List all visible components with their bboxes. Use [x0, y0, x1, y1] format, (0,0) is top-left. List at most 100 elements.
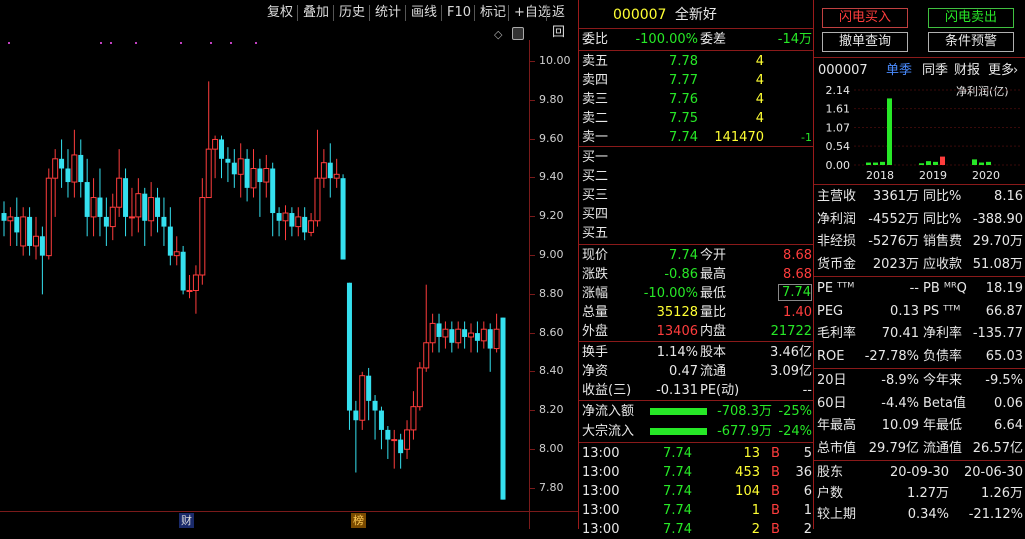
price-tick	[530, 487, 535, 489]
metric-label: 毛利率	[817, 326, 857, 341]
flow-bar	[650, 428, 707, 435]
tick-count: 5	[803, 446, 812, 461]
net-profit-bar[interactable]	[972, 159, 977, 165]
candle-body	[340, 178, 346, 260]
net-profit-bar[interactable]	[866, 162, 871, 165]
toolbar-item-0[interactable]: 复权	[262, 3, 298, 23]
finance-tab-bar: 000007 单季 同季 财报 更多 ›	[818, 61, 1024, 80]
finance-tab-3[interactable]: 更多	[988, 61, 1014, 80]
tick-row[interactable]: 13:00 7.74 104 B 6	[582, 482, 812, 501]
toolbar-item-8[interactable]: 返回	[547, 3, 578, 40]
candlestick-plot[interactable]	[0, 40, 530, 510]
stock-title: 000007 全新好	[613, 6, 717, 25]
tick-volume: 2	[751, 522, 760, 537]
net-profit-bar[interactable]	[873, 162, 878, 165]
net-profit-bar[interactable]	[933, 161, 938, 165]
finance-marker[interactable]: 财	[179, 513, 194, 528]
share-value: 3.09亿	[770, 364, 812, 379]
toolbar-item-6[interactable]: 标记	[475, 3, 511, 23]
candle-body	[346, 282, 352, 411]
candle-body	[480, 328, 487, 342]
tick-side: B	[771, 465, 780, 480]
bid-row[interactable]: 买二	[582, 167, 812, 186]
candle-body	[359, 375, 366, 421]
tick-time: 13:00	[582, 484, 620, 499]
stat-value: -10.00%	[643, 286, 698, 301]
share-label: 股本	[700, 345, 727, 360]
net-profit-bar[interactable]	[887, 98, 892, 165]
toolbar-item-3[interactable]: 统计	[370, 3, 406, 23]
candle-body	[493, 328, 500, 350]
ask-row[interactable]: 卖五 7.78 4	[582, 52, 812, 71]
toolbar-item-1[interactable]: 叠加	[298, 3, 334, 23]
scroll-handle-icon[interactable]	[512, 27, 524, 40]
bid-row[interactable]: 买四	[582, 205, 812, 224]
tick-row[interactable]: 13:00 7.74 2 B 2	[582, 520, 812, 539]
kline-chart-area[interactable]: 复权 叠加 历史 统计 画线 F10 标记 +自选 返回 ◇ 10.00 9.80 9.60 9.40…	[0, 0, 578, 529]
net-profit-chart[interactable]: 2.14 1.61 1.07 0.54 0.00 2018 2019 2020	[814, 84, 1025, 184]
stat-label: 量比	[700, 305, 727, 320]
net-profit-bar[interactable]	[926, 161, 931, 165]
candle-body	[327, 162, 333, 179]
flow-bar	[650, 408, 707, 415]
tick-volume: 453	[735, 465, 760, 480]
net-profit-bar[interactable]	[919, 163, 924, 165]
ask-row[interactable]: 卖四 7.77 4	[582, 71, 812, 90]
stock-name: 全新好	[674, 7, 717, 23]
finance-y-tick: 1.61	[826, 103, 851, 116]
toolbar-separator	[508, 5, 509, 21]
finance-tab-0[interactable]: 单季	[886, 61, 912, 80]
candle-body	[192, 274, 199, 291]
tick-row[interactable]: 13:00 7.74 453 B 36	[582, 463, 812, 482]
candle-body	[385, 429, 391, 440]
tick-price: 7.74	[663, 465, 692, 480]
chevron-right-icon[interactable]: ›	[1013, 61, 1018, 80]
holder-value-b: 1.26万	[981, 486, 1023, 501]
candle-body	[20, 216, 27, 247]
ask-row[interactable]: 卖二 7.75 4	[582, 109, 812, 128]
net-profit-bar[interactable]	[880, 161, 885, 165]
share-value: 3.46亿	[770, 345, 812, 360]
toolbar-item-2[interactable]: 历史	[334, 3, 370, 23]
ask-row[interactable]: 卖三 7.76 4	[582, 90, 812, 109]
price-axis-label: 8.00	[539, 442, 564, 455]
metric-label: 今年来	[923, 373, 963, 388]
cancel-query-button[interactable]: 撤单查询	[822, 32, 908, 52]
flow-label: 净流入额	[582, 404, 635, 419]
finance-tab-2[interactable]: 财报	[954, 61, 980, 80]
bid-row[interactable]: 买五	[582, 224, 812, 243]
share-label: 净资	[582, 364, 609, 379]
bid-row[interactable]: 买一	[582, 148, 812, 167]
net-profit-bar[interactable]	[986, 161, 991, 165]
share-value: 1.14%	[656, 345, 698, 360]
flash-sell-button[interactable]: 闪电卖出	[928, 8, 1014, 28]
tick-row[interactable]: 13:00 7.74 1 B 1	[582, 501, 812, 520]
flash-buy-button[interactable]: 闪电买入	[822, 8, 908, 28]
tick-row[interactable]: 13:00 7.74 13 B 5	[582, 444, 812, 463]
metric-label: 净利率	[923, 326, 963, 341]
share-label: 流通	[700, 364, 727, 379]
candle-body	[320, 162, 327, 179]
metric-value: 29.70万	[972, 234, 1023, 249]
candle-body	[263, 168, 270, 183]
holder-value-b: 20-06-30	[963, 465, 1023, 480]
metric-value: -135.77	[972, 326, 1023, 341]
net-profit-bar[interactable]	[940, 156, 945, 165]
price-tick	[530, 99, 535, 101]
bid-row[interactable]: 买三	[582, 186, 812, 205]
net-profit-bar[interactable]	[979, 162, 984, 165]
toolbar-item-4[interactable]: 画线	[406, 3, 442, 23]
toolbar-item-5[interactable]: F10	[442, 3, 476, 23]
candle-body	[173, 251, 180, 257]
stat-value: 35128	[656, 305, 698, 320]
rank-marker[interactable]: 榜	[351, 513, 366, 528]
condition-alert-button[interactable]: 条件预警	[928, 32, 1014, 52]
ask-row[interactable]: 卖一 7.74 141470 -1	[582, 128, 812, 147]
tick-time: 13:00	[582, 465, 620, 480]
finance-tab-1[interactable]: 同季	[922, 61, 948, 80]
candle-body	[103, 216, 109, 227]
candle-body	[429, 322, 436, 344]
candle-body	[455, 328, 462, 344]
ask-label: 卖四	[582, 73, 609, 88]
holder-value-a: 20-09-30	[889, 465, 949, 480]
